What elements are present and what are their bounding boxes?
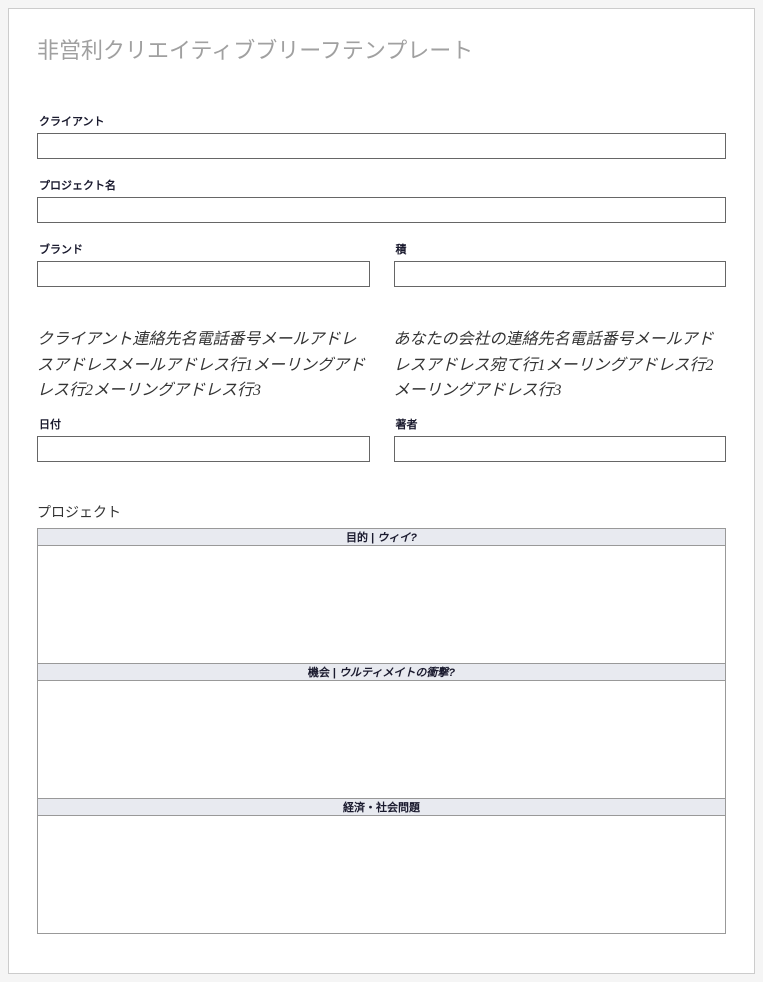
header-plain-2: 経済・社会問題	[343, 802, 420, 814]
table-header-opportunity: 機会 | ウルティメイトの衝撃?	[38, 663, 726, 680]
project-section: プロジェクト 目的 | ウィイ? 機会 | ウルティメイトの衝撃? 経済・社会問…	[37, 502, 726, 934]
header-plain-1: 機会 |	[308, 667, 339, 679]
input-brand[interactable]	[37, 261, 370, 287]
form-section: クライアント プロジェクト名 ブランド 積 クライアント連絡先名電話番号メールア…	[37, 113, 726, 462]
field-product: 積	[394, 241, 727, 287]
label-brand: ブランド	[37, 241, 370, 257]
contact-client-text: クライアント連絡先名電話番号メールアドレスアドレスメールアドレス行1メーリングア…	[37, 327, 370, 404]
input-author[interactable]	[394, 436, 727, 462]
input-project-name[interactable]	[37, 197, 726, 223]
input-date[interactable]	[37, 436, 370, 462]
field-brand: ブランド	[37, 241, 370, 287]
table-body-opportunity[interactable]	[38, 680, 726, 798]
project-table: 目的 | ウィイ? 機会 | ウルティメイトの衝撃? 経済・社会問題	[37, 528, 726, 934]
table-header-objective: 目的 | ウィイ?	[38, 528, 726, 545]
label-project-name: プロジェクト名	[37, 177, 726, 193]
field-client: クライアント	[37, 113, 726, 159]
header-plain-0: 目的 |	[346, 532, 377, 544]
label-product: 積	[394, 241, 727, 257]
label-author: 著者	[394, 416, 727, 432]
header-italic-0: ウィイ?	[377, 532, 417, 544]
project-section-label: プロジェクト	[37, 502, 726, 522]
input-client[interactable]	[37, 133, 726, 159]
document-page: 非営利クリエイティブブリーフテンプレート クライアント プロジェクト名 ブランド…	[8, 8, 755, 974]
header-italic-1: ウルティメイトの衝撃?	[339, 667, 455, 679]
contact-company-text: あなたの会社の連絡先名電話番号メールアドレスアドレス宛て行1メーリングアドレス行…	[394, 327, 727, 404]
table-body-objective[interactable]	[38, 545, 726, 663]
field-project-name: プロジェクト名	[37, 177, 726, 223]
input-product[interactable]	[394, 261, 727, 287]
label-client: クライアント	[37, 113, 726, 129]
field-author: 著者	[394, 416, 727, 462]
table-body-economic-social[interactable]	[38, 815, 726, 933]
label-date: 日付	[37, 416, 370, 432]
table-header-economic-social: 経済・社会問題	[38, 798, 726, 815]
field-date: 日付	[37, 416, 370, 462]
page-title: 非営利クリエイティブブリーフテンプレート	[37, 33, 726, 65]
